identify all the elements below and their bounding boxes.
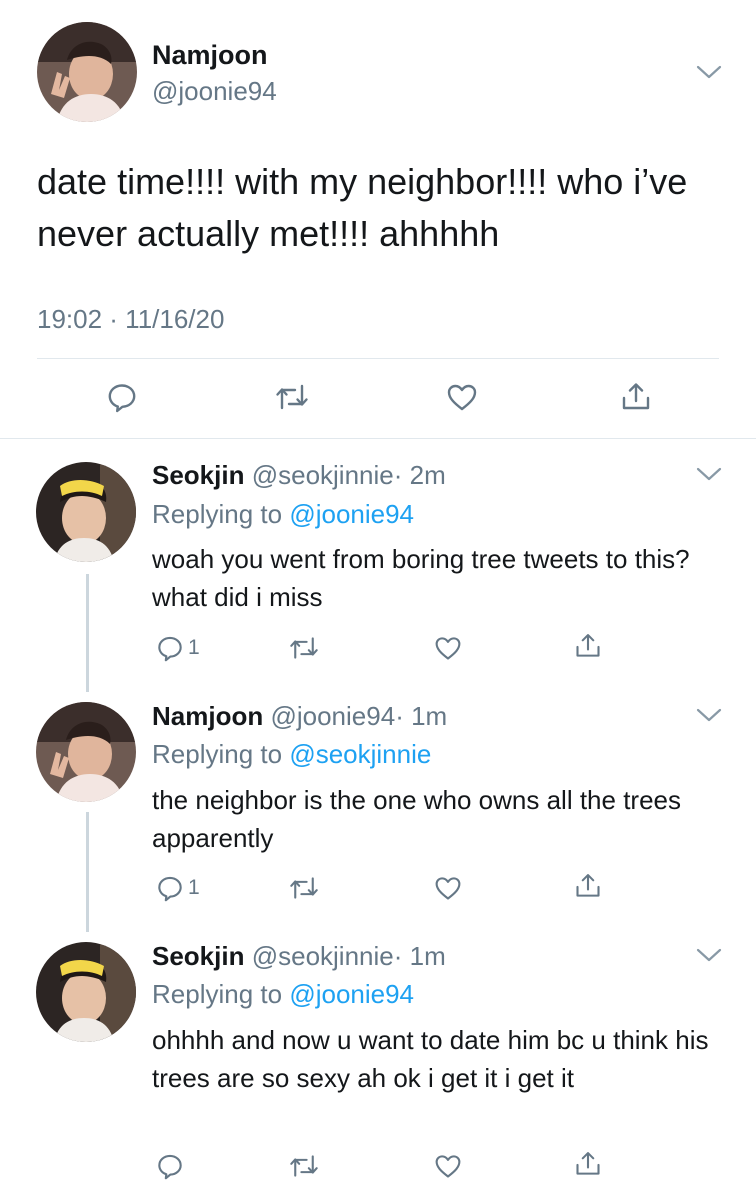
retweet-icon [288, 634, 320, 662]
thread-line [86, 812, 89, 932]
reply-text: woah you went from boring tree tweets to… [152, 544, 690, 612]
share-button[interactable] [620, 381, 652, 413]
mention-link[interactable]: @joonie94 [289, 499, 414, 529]
like-icon [434, 874, 462, 902]
share-icon [574, 872, 602, 900]
display-name[interactable]: Seokjin [152, 460, 244, 490]
retweet-button[interactable] [288, 1152, 320, 1180]
user-handle[interactable]: @joonie94 [152, 76, 277, 107]
share-button[interactable] [574, 872, 602, 900]
replying-to: Replying to @joonie94 [152, 499, 414, 530]
reply-age: · 1m [393, 941, 446, 971]
replying-label: Replying to [152, 979, 290, 1009]
reply-button[interactable]: 1 [156, 874, 200, 902]
chevron-down-icon[interactable] [696, 466, 722, 482]
main-tweet: Namjoon @joonie94 date time!!!! with my … [0, 0, 756, 440]
thread-line [86, 574, 89, 692]
chevron-down-icon[interactable] [696, 64, 722, 80]
display-name[interactable]: Namjoon [152, 701, 263, 731]
chevron-down-icon[interactable] [696, 707, 722, 723]
reply-icon [156, 1152, 184, 1180]
mention-link[interactable]: @joonie94 [289, 979, 414, 1009]
retweet-button[interactable] [288, 874, 320, 902]
retweet-icon [288, 874, 320, 902]
user-handle[interactable]: @joonie94 [270, 701, 395, 731]
avatar[interactable] [36, 942, 136, 1042]
avatar[interactable] [36, 702, 136, 802]
reply-text: ohhhh and now u want to date him bc u th… [152, 1025, 709, 1093]
tweet-timestamp: 19:02 · 11/16/20 [37, 304, 225, 334]
reply-icon [106, 381, 138, 413]
user-handle[interactable]: @seokjinnie [252, 460, 394, 490]
share-icon [574, 1150, 602, 1178]
like-icon [434, 634, 462, 662]
reply-header: Namjoon @joonie94· 1m [152, 701, 447, 732]
divider [0, 438, 756, 439]
like-icon [446, 381, 478, 413]
chevron-down-icon[interactable] [696, 947, 722, 963]
reply-header: Seokjin @seokjinnie· 2m [152, 460, 446, 491]
tweet-text: date time!!!! with my neighbor!!!! who i… [37, 161, 688, 254]
mention-link[interactable]: @seokjinnie [289, 739, 431, 769]
avatar[interactable] [36, 462, 136, 562]
share-button[interactable] [574, 1150, 602, 1178]
reply-icon [156, 874, 184, 902]
reply-button[interactable] [156, 1152, 184, 1180]
reply-button[interactable] [106, 381, 138, 413]
like-button[interactable] [446, 381, 478, 413]
reply-count: 1 [188, 636, 200, 659]
retweet-icon [288, 1152, 320, 1180]
reply-age: · 2m [393, 460, 446, 490]
like-button[interactable] [434, 634, 462, 662]
display-name[interactable]: Seokjin [152, 941, 244, 971]
reply-age: · 1m [395, 701, 448, 731]
reply-header: Seokjin @seokjinnie· 1m [152, 941, 446, 972]
retweet-icon [274, 381, 310, 413]
replying-to: Replying to @joonie94 [152, 979, 414, 1010]
share-icon [620, 381, 652, 413]
reply-text: the neighbor is the one who owns all the… [152, 785, 682, 853]
like-button[interactable] [434, 874, 462, 902]
display-name[interactable]: Namjoon [152, 40, 268, 71]
share-button[interactable] [574, 632, 602, 660]
retweet-button[interactable] [288, 634, 320, 662]
like-icon [434, 1152, 462, 1180]
share-icon [574, 632, 602, 660]
replying-to: Replying to @seokjinnie [152, 739, 431, 770]
retweet-button[interactable] [274, 381, 310, 413]
user-handle[interactable]: @seokjinnie [252, 941, 394, 971]
reply-button[interactable]: 1 [156, 634, 200, 662]
like-button[interactable] [434, 1152, 462, 1180]
divider [37, 358, 719, 359]
replying-label: Replying to [152, 739, 290, 769]
replying-label: Replying to [152, 499, 290, 529]
avatar[interactable] [37, 22, 137, 122]
reply-icon [156, 634, 184, 662]
reply-count: 1 [188, 876, 200, 899]
